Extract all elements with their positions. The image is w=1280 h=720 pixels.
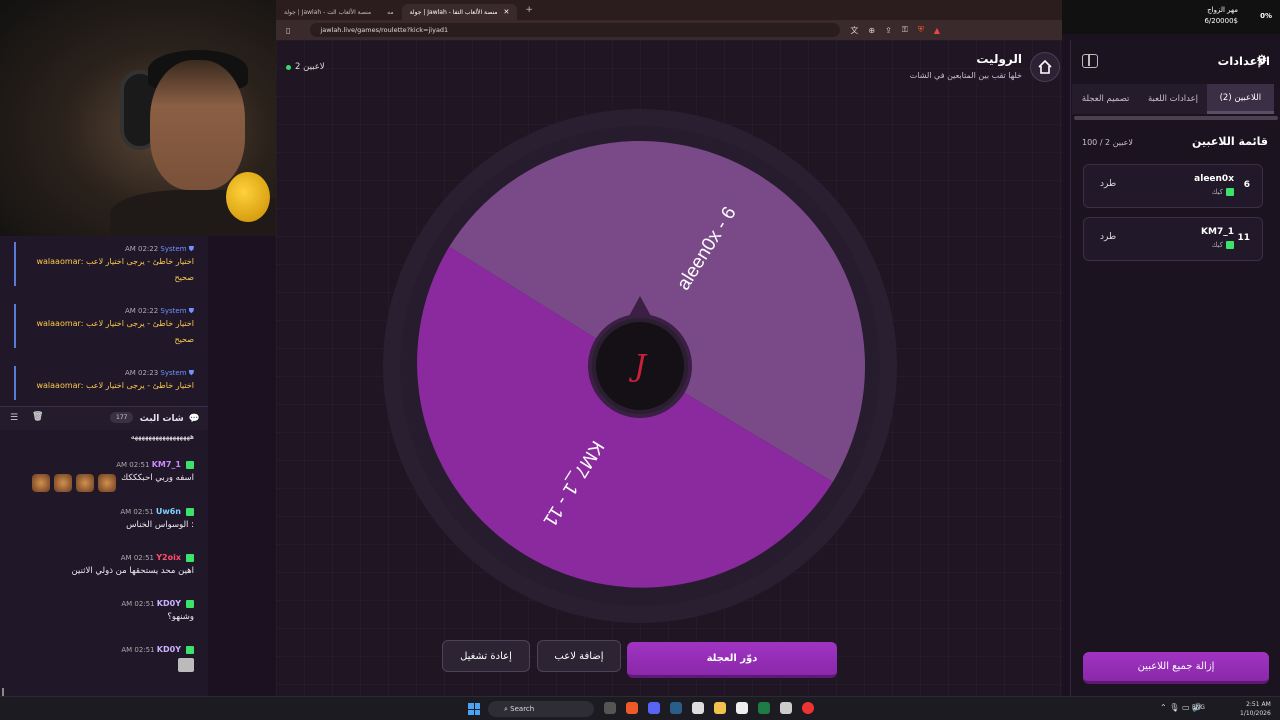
goal-percent: 0% <box>1260 12 1272 20</box>
discord-icon[interactable] <box>648 702 660 714</box>
store-icon[interactable] <box>736 702 748 714</box>
kick-badge-icon <box>186 461 194 469</box>
browser-tab[interactable]: جولة | Jawlah - منصة الألعاب الت <box>276 4 379 20</box>
player-name: KM7_1 <box>1201 227 1234 237</box>
player-number: 6 <box>1243 180 1250 190</box>
chat-scrollbar[interactable] <box>2 688 4 696</box>
key-icon[interactable]: ⚿ <box>902 25 908 35</box>
chrome-icon[interactable] <box>802 702 814 714</box>
emote-row <box>32 474 116 492</box>
restart-button[interactable]: إعادة تشغيل <box>442 640 530 672</box>
zoom-icon[interactable]: ⊕ <box>868 26 875 35</box>
chat-text: هههههههههههههههههه <box>130 432 194 441</box>
home-icon <box>1038 59 1052 74</box>
online-dot-icon <box>286 64 291 70</box>
kick-player-button[interactable]: طرد <box>1100 179 1116 189</box>
clock[interactable]: 2:51 AM 1/10/2026 <box>1240 700 1271 718</box>
player-list-count: 100 / 2 لاعبين <box>1082 138 1133 147</box>
roulette-wheel[interactable]: aleen0x - 6 KM7_1 - 11 J <box>380 106 900 626</box>
goal-widget: مهر الزواج 6/20000$ 0% <box>1062 0 1280 34</box>
share-icon[interactable]: ⇪ <box>885 26 892 35</box>
kick-player-button[interactable]: طرد <box>1100 232 1116 242</box>
chat-message: AM 02:51 KD0Y <box>14 645 194 675</box>
browser-tab[interactable]: مه <box>379 4 401 20</box>
home-button[interactable] <box>1030 52 1060 82</box>
player-platform: كيك <box>1212 188 1234 196</box>
shield-icon[interactable]: ⛨ <box>918 25 924 35</box>
windows-taskbar: ⌕ Search ⌃ 🎙 ▭ 🔊 ENG 2:51 AM 1/10/2026 <box>0 696 1280 720</box>
sticker-image <box>178 658 194 672</box>
add-player-button[interactable]: إضافة لاعب <box>537 640 621 672</box>
kick-badge-icon <box>186 508 194 516</box>
system-message: AM 02:23 System ⛊ walaaomar: اختيار خاطئ… <box>14 366 200 400</box>
new-tab-icon[interactable]: + <box>525 5 533 15</box>
tabs-scrollbar[interactable] <box>1074 116 1278 120</box>
settings-tabs: اللاعبين (2) إعدادات اللعبة تصميم العجلة <box>1072 84 1274 114</box>
app2-icon[interactable] <box>780 702 792 714</box>
chat-title: شات البث <box>139 413 184 424</box>
goal-progress: 6/20000$ <box>1204 17 1238 25</box>
webcam-overlay <box>0 0 276 236</box>
task-view-icon[interactable] <box>604 702 616 714</box>
start-icon[interactable] <box>468 703 480 715</box>
tab-game-settings[interactable]: إعدادات اللعبة <box>1139 84 1206 114</box>
tab-players[interactable]: اللاعبين (2) <box>1206 84 1274 114</box>
player-list-title: قائمة اللاعبين <box>1192 135 1268 148</box>
pin-icon[interactable]: ☰ <box>10 413 18 423</box>
spin-wheel-button[interactable]: دوّر العجلة <box>627 642 837 678</box>
kick-logo-icon <box>1226 188 1234 196</box>
player-platform: كيك <box>1212 241 1234 249</box>
translate-icon[interactable]: 文 <box>850 25 858 36</box>
browser-tab-bar: جولة | Jawlah - منصة الألعاب الت مه جولة… <box>276 0 1062 20</box>
chat-bubble-icon: 💬 <box>188 413 200 424</box>
page-title: الروليت <box>976 52 1022 66</box>
viewer-count: 177 <box>110 412 134 423</box>
stream-chat-panel: AM 02:22 System ⛊ walaaomar: اختيار خاطئ… <box>0 236 208 696</box>
language-indicator[interactable]: ENG <box>1192 704 1205 711</box>
chat-header: ☰ 🗑 177 شات البث 💬 <box>0 406 208 430</box>
chat-message: AM 02:51 Y2oix اهين محد يستحقها من ذولي … <box>71 553 194 576</box>
app-icon[interactable] <box>692 702 704 714</box>
online-players-indicator: 2 لاعبين <box>286 62 325 72</box>
kick-badge-icon <box>186 554 194 562</box>
chat-message: AM 02:51 KD0Y وشنهو؟ <box>121 599 194 622</box>
system-message: AM 02:22 System ⛊ walaaomar: اختيار خاطئ… <box>14 304 200 348</box>
system-message: AM 02:22 System ⛊ walaaomar: اختيار خاطئ… <box>14 242 200 286</box>
trash-icon[interactable]: 🗑 <box>32 412 43 422</box>
brave-icon[interactable] <box>626 702 638 714</box>
kick-logo-icon <box>1226 241 1234 249</box>
browser-tab-active[interactable]: جولة | Jawlah - منصة الألعاب التفا ✕ <box>401 4 518 20</box>
browser-address-bar: ▯ jawlah.live/games/roulette?kick=jiyad1… <box>276 20 1062 40</box>
kick-badge-icon <box>186 600 194 608</box>
goal-title: مهر الزواج <box>1207 6 1238 14</box>
kick-badge-icon <box>186 646 194 654</box>
folder-icon[interactable] <box>714 702 726 714</box>
bookmark-icon[interactable]: ▯ <box>286 26 290 35</box>
excel-icon[interactable] <box>758 702 770 714</box>
steam-icon[interactable] <box>670 702 682 714</box>
chat-message: AM 02:51 Uw6n الوسواس الخناس : <box>120 507 194 530</box>
collapse-panel-icon[interactable] <box>1082 54 1098 68</box>
player-card: 6 aleen0x كيك طرد <box>1083 164 1263 208</box>
player-card: 11 KM7_1 كيك طرد <box>1083 217 1263 261</box>
remove-all-players-button[interactable]: إزالة جميع اللاعبين <box>1083 652 1269 684</box>
gear-icon: ⚙ <box>1256 53 1268 68</box>
taskbar-search[interactable]: ⌕ Search <box>488 701 594 717</box>
settings-title: الإعدادات <box>1217 54 1270 68</box>
tab-wheel-design[interactable]: تصميم العجلة <box>1072 84 1139 114</box>
player-number: 11 <box>1237 233 1250 243</box>
page-subtitle: خلها تقب بين المتابعين في الشات <box>909 71 1022 80</box>
player-name: aleen0x <box>1194 174 1234 184</box>
url-field[interactable]: jawlah.live/games/roulette?kick=jiyad1 <box>310 23 841 37</box>
warning-icon[interactable]: ▲ <box>934 26 940 35</box>
close-tab-icon[interactable]: ✕ <box>503 8 509 16</box>
